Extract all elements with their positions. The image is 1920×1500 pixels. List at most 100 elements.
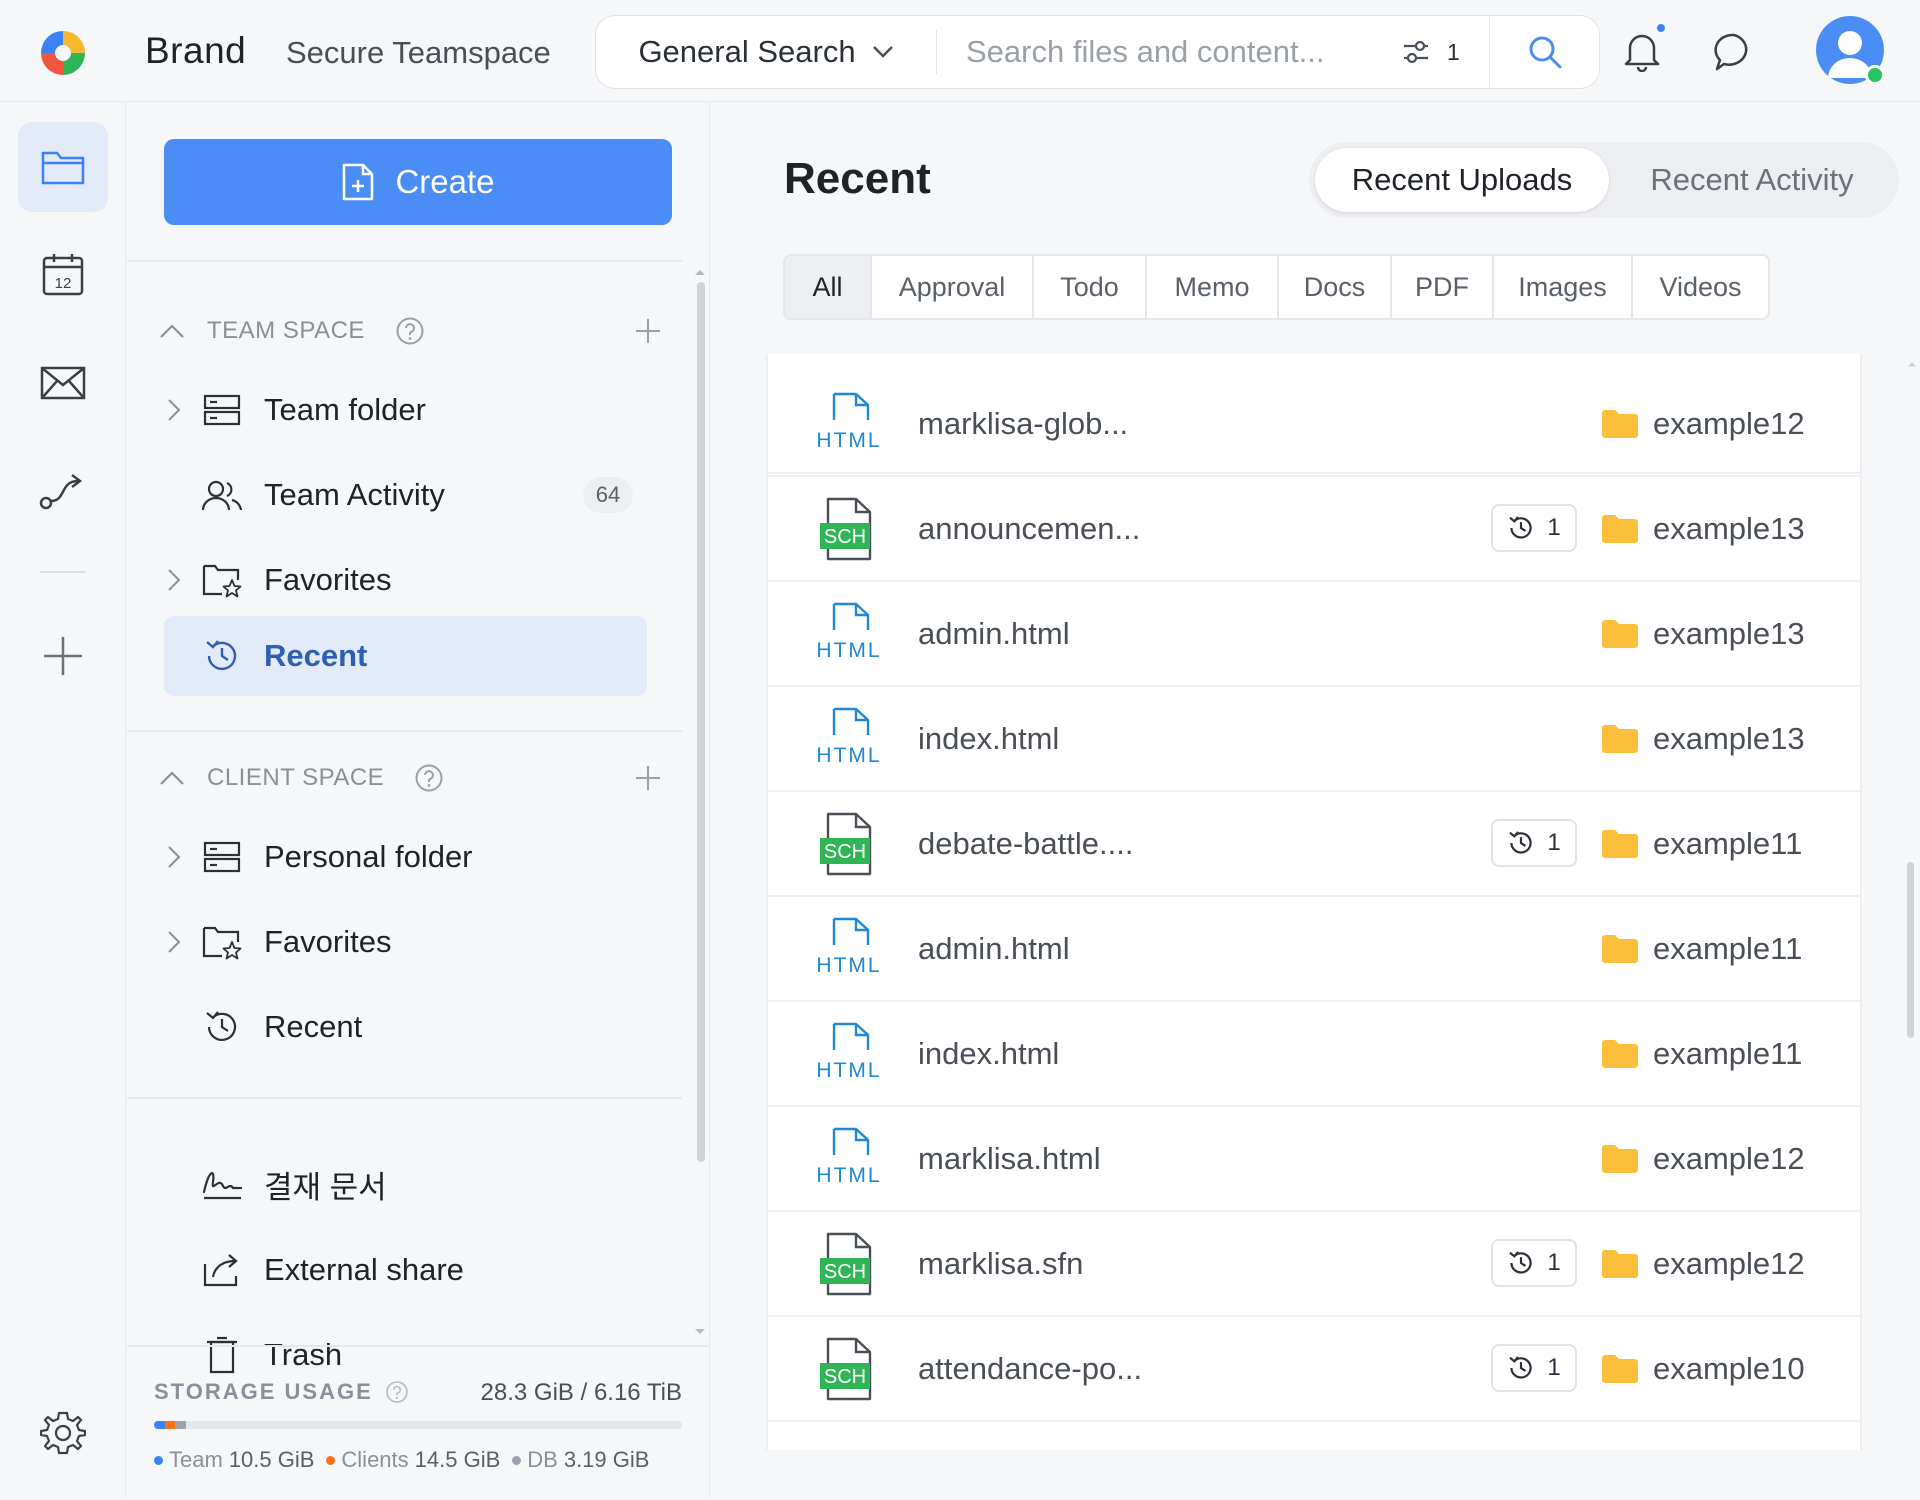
scroll-up-arrow-icon[interactable]	[694, 268, 706, 276]
sidebar-item-team-folder[interactable]: Team folder	[164, 370, 647, 450]
sidebar-item-approval-docs[interactable]: 결재 문서	[164, 1144, 647, 1224]
rail-settings[interactable]	[18, 1388, 108, 1478]
folder-name: example11	[1653, 1036, 1803, 1071]
tab-docs[interactable]: Docs	[1279, 256, 1392, 318]
main-scrollbar[interactable]	[1907, 862, 1914, 1038]
file-type-label: SCH	[824, 526, 866, 548]
rail-files[interactable]	[18, 122, 108, 212]
version-history-badge[interactable]: 1	[1491, 819, 1577, 867]
rail-mail[interactable]	[18, 338, 108, 428]
unused	[164, 300, 647, 380]
view-recent-activity[interactable]: Recent Activity	[1611, 148, 1893, 212]
view-recent-uploads[interactable]: Recent Uploads	[1315, 148, 1609, 212]
scroll-down-arrow-icon[interactable]	[694, 1328, 706, 1336]
sidebar-item-label: Personal folder	[264, 839, 473, 874]
file-name[interactable]: attendance-po...	[918, 1351, 1142, 1387]
file-type-label: SCH	[824, 841, 866, 863]
file-name[interactable]: marklisa.html	[918, 1141, 1101, 1177]
sidebar-item-team-favorites[interactable]: Favorites	[164, 540, 647, 620]
notification-dot	[1655, 22, 1667, 34]
tab-images[interactable]: Images	[1494, 256, 1633, 318]
help-circle-icon[interactable]	[385, 1380, 409, 1404]
parent-folder-link[interactable]: example11	[1601, 826, 1802, 862]
help-circle-icon[interactable]	[414, 763, 444, 793]
parent-folder-link[interactable]: example12	[1601, 1246, 1805, 1282]
search-scope-dropdown[interactable]: General Search	[596, 16, 936, 88]
sidebar-item-label: Favorites	[264, 562, 392, 597]
file-type-label: HTML	[816, 1164, 881, 1187]
search-scope-label: General Search	[638, 34, 856, 69]
tab-pdf[interactable]: PDF	[1392, 256, 1494, 318]
top-bar: Brand Secure Teamspace General Search 1	[0, 0, 1920, 102]
sidebar-item-team-activity[interactable]: Team Activity 64	[164, 455, 647, 535]
parent-folder-link[interactable]: example11	[1601, 931, 1802, 967]
parent-folder-link[interactable]: example13	[1601, 511, 1805, 547]
legend-value: 10.5 GiB	[228, 1447, 315, 1472]
folder-icon	[1602, 725, 1638, 753]
storage-legend-item: Clients 14.5 GiB	[326, 1447, 500, 1473]
search-input[interactable]	[966, 30, 1386, 74]
sidebar-scrollbar[interactable]	[697, 282, 705, 1162]
file-row[interactable]: HTML admin.html example13	[768, 582, 1860, 687]
brand-logo-icon[interactable]	[38, 28, 88, 78]
version-history-badge[interactable]: 1	[1491, 1344, 1577, 1392]
chat-bubble-icon[interactable]	[1712, 30, 1756, 74]
sidebar-item-team-recent[interactable]: Recent	[164, 616, 647, 696]
file-name[interactable]: debate-battle....	[918, 826, 1133, 862]
rail-calendar[interactable]: 12	[18, 229, 108, 319]
storage-legend-item: DB 3.19 GiB	[512, 1447, 649, 1473]
sidebar-item-label: External share	[264, 1252, 464, 1287]
file-row[interactable]: SCH announcemen... 1 example13	[768, 477, 1860, 582]
sidebar-divider	[127, 1097, 682, 1099]
tab-todo[interactable]: Todo	[1034, 256, 1147, 318]
tab-memo[interactable]: Memo	[1147, 256, 1279, 318]
client-space-header[interactable]: CLIENT SPACE	[157, 753, 662, 803]
file-row[interactable]: SCH attendance-po... 1 example10	[768, 1317, 1860, 1422]
file-name[interactable]: announcemen...	[918, 511, 1140, 547]
tab-all[interactable]: All	[785, 256, 872, 318]
rail-workflow[interactable]	[18, 446, 108, 536]
sidebar-item-client-recent[interactable]: Recent	[164, 987, 647, 1067]
file-name[interactable]: admin.html	[918, 616, 1070, 652]
file-name[interactable]: marklisa-glob...	[918, 406, 1128, 442]
file-row[interactable]: SCH marklisa.sfn 1 example12	[768, 1212, 1860, 1317]
search-button[interactable]	[1489, 16, 1599, 88]
file-row[interactable]: HTML index.html example11	[768, 1002, 1860, 1107]
file-row[interactable]: HTML marklisa-glob... example12	[768, 372, 1860, 477]
file-row[interactable]: SCH debate-battle.... 1 example11	[768, 792, 1860, 897]
sidebar-item-client-favorites[interactable]: Favorites	[164, 902, 647, 982]
file-row[interactable]: HTML index.html example13	[768, 687, 1860, 792]
file-list: HTML marklisa-glob... example12 SCH anno…	[766, 354, 1862, 1450]
mail-icon	[40, 366, 86, 400]
scroll-up-arrow-icon[interactable]	[1907, 360, 1917, 368]
sch-file-icon: SCH	[816, 1232, 882, 1296]
file-row[interactable]: HTML marklisa.html example12	[768, 1107, 1860, 1212]
main-content: Recent Recent Uploads Recent Activity Al…	[711, 102, 1920, 1500]
parent-folder-link[interactable]: example10	[1601, 1351, 1805, 1387]
file-name[interactable]: admin.html	[918, 931, 1070, 967]
history-icon	[1509, 1251, 1532, 1274]
parent-folder-link[interactable]: example13	[1601, 721, 1805, 757]
file-name[interactable]: marklisa.sfn	[918, 1246, 1083, 1282]
parent-folder-link[interactable]: example13	[1601, 616, 1805, 652]
rail-add[interactable]	[18, 611, 108, 701]
tab-videos[interactable]: Videos	[1633, 256, 1768, 318]
sidebar-item-external-share[interactable]: External share	[164, 1230, 647, 1310]
file-row[interactable]: HTML admin.html example11	[768, 897, 1860, 1002]
version-history-badge[interactable]: 1	[1491, 504, 1577, 552]
search-filter-button[interactable]: 1	[1401, 32, 1460, 72]
sidebar-item-personal-folder[interactable]: Personal folder	[164, 817, 647, 897]
create-button[interactable]: Create	[164, 139, 672, 225]
file-name[interactable]: index.html	[918, 1036, 1059, 1072]
file-name[interactable]: index.html	[918, 721, 1059, 757]
legend-value: 3.19 GiB	[563, 1447, 650, 1472]
parent-folder-link[interactable]: example12	[1601, 1141, 1805, 1177]
parent-folder-link[interactable]: example12	[1601, 406, 1805, 442]
folder-icon	[41, 151, 85, 185]
parent-folder-link[interactable]: example11	[1601, 1036, 1802, 1072]
notification-bell-icon[interactable]	[1620, 28, 1664, 72]
add-client-space-icon[interactable]	[634, 764, 662, 792]
tab-approval[interactable]: Approval	[872, 256, 1034, 318]
app-rail: 12	[0, 102, 126, 1500]
version-history-badge[interactable]: 1	[1491, 1239, 1577, 1287]
